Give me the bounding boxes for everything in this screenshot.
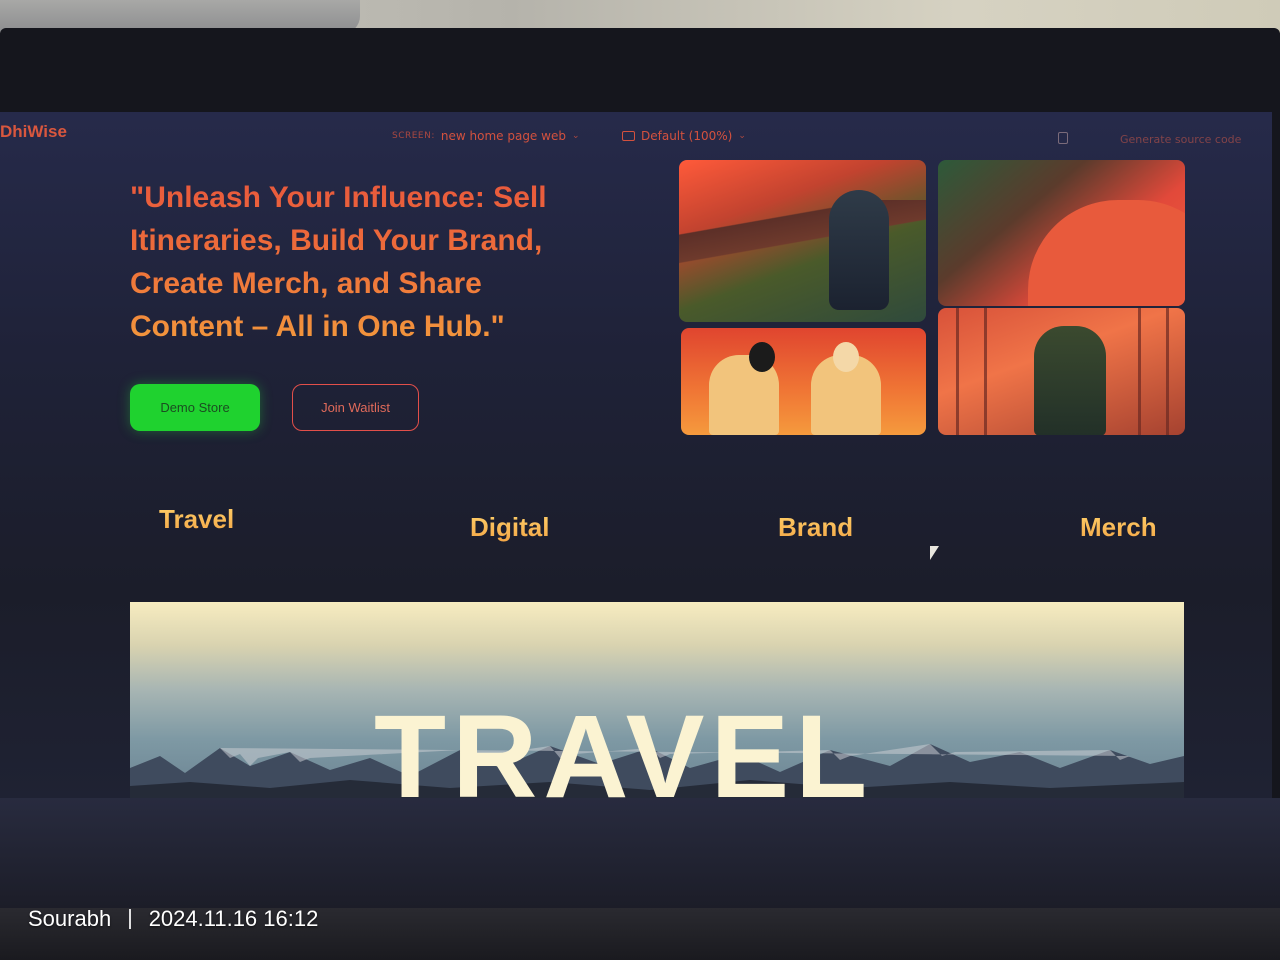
- join-waitlist-button[interactable]: Join Waitlist: [292, 384, 419, 431]
- collage-image-portrait: [938, 160, 1185, 306]
- image-tree: [956, 308, 959, 435]
- zoom-selector[interactable]: Default (100%) ⌄: [622, 129, 746, 143]
- screen-selector-value: new home page web: [440, 129, 566, 143]
- watermark-divider: [129, 909, 131, 929]
- image-head-left: [749, 342, 775, 372]
- category-merch[interactable]: Merch: [1080, 512, 1157, 543]
- image-shoulder: [1028, 200, 1185, 306]
- demo-store-button[interactable]: Demo Store: [130, 384, 260, 431]
- image-hiker: [1034, 326, 1106, 435]
- collage-image-hiker-valley: [679, 160, 926, 322]
- image-tree: [1138, 308, 1141, 435]
- watermark-timestamp: 2024.11.16 16:12: [148, 906, 319, 931]
- image-tree: [984, 308, 987, 435]
- collage-image-duo: [681, 328, 926, 435]
- monitor-lower-bezel: [0, 798, 1280, 908]
- image-head-right: [833, 342, 859, 372]
- app-topbar: DhiWise SCREEN: new home page web ⌄ Defa…: [0, 112, 1272, 156]
- category-digital[interactable]: Digital: [470, 512, 549, 543]
- chevron-down-icon: ⌄: [571, 131, 580, 141]
- monitor-screen: DhiWise SCREEN: new home page web ⌄ Defa…: [0, 112, 1272, 798]
- screen-selector[interactable]: SCREEN: new home page web ⌄: [392, 129, 580, 143]
- monitor-icon: [622, 131, 635, 141]
- mouse-cursor-icon: [930, 546, 939, 560]
- chevron-down-icon: ⌄: [738, 131, 746, 141]
- hero-headline: "Unleash Your Influence: Sell Itinerarie…: [130, 176, 600, 348]
- photo-watermark: Sourabh 2024.11.16 16:12: [28, 906, 318, 932]
- app-logo[interactable]: DhiWise: [0, 122, 67, 142]
- collage-image-forest-hiker: [938, 308, 1185, 435]
- screen-selector-label: SCREEN:: [392, 131, 435, 141]
- image-tree: [1166, 308, 1169, 435]
- image-person: [829, 190, 889, 310]
- travel-banner[interactable]: TRAVEL: [130, 602, 1184, 798]
- watermark-name: Sourabh: [28, 906, 112, 931]
- zoom-selector-value: Default (100%): [641, 129, 733, 143]
- category-brand[interactable]: Brand: [778, 512, 853, 543]
- banner-title: TRAVEL: [374, 691, 874, 798]
- copy-icon[interactable]: [1058, 132, 1068, 144]
- category-travel[interactable]: Travel: [159, 504, 234, 535]
- generate-source-code-button[interactable]: Generate source code: [1120, 133, 1241, 146]
